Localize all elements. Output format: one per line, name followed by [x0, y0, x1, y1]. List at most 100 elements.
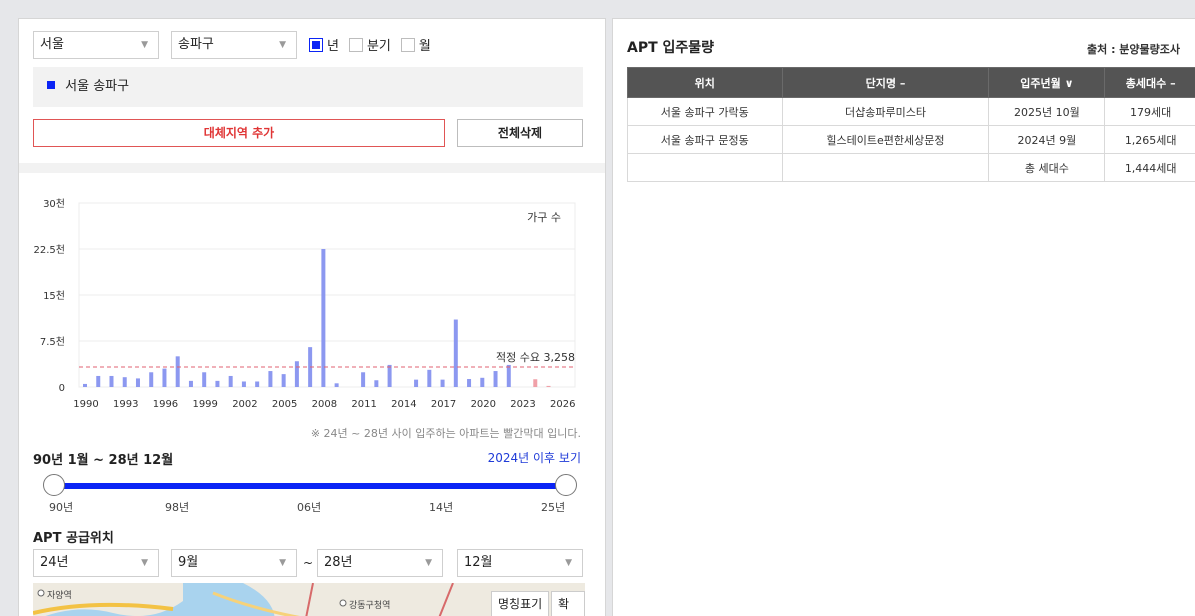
checkbox-quarter[interactable] [348, 37, 363, 52]
map-place-label: 자양역 [47, 591, 72, 601]
chevron-down-icon: ▼ [141, 558, 148, 568]
chart-bar [109, 375, 114, 387]
chart-bar [228, 375, 233, 387]
chart-bar [135, 378, 140, 387]
range-tick: 14년 [429, 501, 454, 514]
chart-note: ※ 24년 ~ 28년 사이 입주하는 아파트는 빨간막대 입니다. [310, 427, 581, 440]
period-checkboxes: 년 분기 월 [309, 35, 437, 54]
col-units-header[interactable]: 총세대수 – [1104, 67, 1195, 98]
x-tick-label: 1990 [73, 399, 98, 410]
y-tick-label: 15천 [43, 290, 65, 302]
cell-location: 서울 송파구 가락동 [627, 97, 783, 126]
chart-bar [440, 379, 445, 387]
chart-bar [453, 319, 458, 387]
range-tick: 90년 [49, 501, 74, 514]
range-slider-start-handle[interactable] [43, 474, 65, 496]
chart-bar [480, 377, 485, 387]
apt-supply-title: APT 입주물량 [627, 40, 715, 56]
col-complex-header[interactable]: 단지명 – [781, 67, 990, 98]
table-row: 서울 송파구 가락동 더샵송파루미스타 2025년 10월 179세대 [627, 97, 1195, 126]
x-tick-label: 2005 [272, 399, 297, 410]
range-tick: 06년 [297, 501, 322, 514]
chart-bar [374, 380, 379, 387]
supply-location-title: APT 공급위치 [33, 531, 114, 546]
chart-bar [546, 385, 551, 387]
range-label: 90년 1월 ~ 28년 12월 [33, 453, 174, 468]
cell-complex: 더샵송파루미스타 [781, 97, 990, 126]
district-select-value: 송파구 [178, 37, 214, 52]
checkbox-year-label: 년 [327, 39, 339, 54]
checkbox-quarter-label: 분기 [366, 39, 391, 54]
chart-bar [96, 375, 101, 387]
cell-date: 2025년 10월 [988, 97, 1106, 126]
col-location-header: 위치 [627, 67, 783, 98]
map-place-label: 강동구청역 [349, 601, 391, 611]
x-tick-label: 2026 [550, 399, 575, 410]
cell-total-units: 1,444세대 [1104, 153, 1195, 182]
to-month-value: 12월 [464, 555, 493, 570]
checkbox-month[interactable] [400, 37, 415, 52]
cell-units: 1,265세대 [1104, 125, 1195, 154]
x-tick-label: 1996 [153, 399, 178, 410]
y-tick-label: 7.5천 [40, 336, 65, 348]
to-year-select[interactable]: 28년 ▼ [317, 549, 443, 577]
x-tick-label: 2023 [510, 399, 535, 410]
chart-bar [427, 369, 432, 387]
region-color-square [47, 81, 55, 89]
clear-all-button[interactable]: 전체삭제 [457, 119, 583, 147]
to-month-select[interactable]: 12월 ▼ [457, 549, 583, 577]
left-panel: 서울 ▼ 송파구 ▼ 년 분기 월 서울 송파구 대체지역 추가 전체삭제 30… [18, 18, 606, 616]
chart-bar [414, 379, 419, 387]
add-region-button[interactable]: 대체지역 추가 [33, 119, 445, 147]
table-header-row: 위치 단지명 – 입주년월 ∨ 총세대수 – [627, 67, 1195, 98]
chevron-down-icon: ▼ [565, 558, 572, 568]
supply-map[interactable]: 자양역 강동구청역 명칭표기 확대 [33, 583, 585, 616]
from-year-select[interactable]: 24년 ▼ [33, 549, 159, 577]
x-tick-label: 2008 [312, 399, 337, 410]
map-zoom-button[interactable]: 확대 [551, 591, 585, 616]
chart-bar [122, 377, 127, 387]
selected-region-box: 서울 송파구 [33, 67, 583, 107]
view-after-2024-link[interactable]: 2024년 이후 보기 [488, 449, 581, 466]
chart-bar [493, 371, 498, 387]
chart-bar [294, 361, 299, 387]
from-year-value: 24년 [40, 555, 69, 570]
x-tick-label: 1999 [192, 399, 217, 410]
table-total-row: 총 세대수 1,444세대 [627, 153, 1195, 182]
cell-complex [781, 153, 990, 182]
cell-total-label: 총 세대수 [988, 153, 1106, 182]
district-select[interactable]: 송파구 ▼ [171, 31, 297, 59]
chevron-down-icon: ▼ [425, 558, 432, 568]
range-tick: 25년 [541, 501, 566, 514]
chart-bar [533, 379, 538, 387]
to-year-value: 28년 [324, 555, 353, 570]
chart-bar [162, 368, 167, 387]
chart-bar [149, 372, 154, 387]
chart-svg: 30천 22.5천 15천 7.5천 0 1990 1993 1996 1999 2002 2005… [34, 198, 576, 410]
chart-bar [188, 380, 193, 387]
from-month-select[interactable]: 9월 ▼ [171, 549, 297, 577]
range-slider-end-handle[interactable] [555, 474, 577, 496]
cell-location [627, 153, 783, 182]
chart-bar [83, 383, 87, 387]
reference-line-label: 적정 수요 3,258 [496, 351, 575, 364]
y-tick-label: 30천 [43, 198, 65, 210]
y-tick-label: 0 [59, 383, 65, 394]
selected-region-label: 서울 송파구 [65, 79, 130, 94]
x-tick-label: 2020 [471, 399, 496, 410]
chart-bar [175, 356, 180, 387]
city-select[interactable]: 서울 ▼ [33, 31, 159, 59]
cell-date: 2024년 9월 [988, 125, 1106, 154]
x-tick-label: 2011 [351, 399, 376, 410]
cell-location: 서울 송파구 문정동 [627, 125, 783, 154]
x-tick-label: 2002 [232, 399, 257, 410]
chevron-down-icon: ▼ [279, 558, 286, 568]
chart-bar [321, 249, 326, 387]
checkbox-year[interactable] [309, 37, 323, 52]
col-date-header[interactable]: 입주년월 ∨ [988, 67, 1106, 98]
map-names-button[interactable]: 명칭표기 [491, 591, 550, 616]
chart-bar [202, 372, 207, 387]
chevron-down-icon: ▼ [141, 40, 148, 50]
range-tick: 98년 [165, 501, 190, 514]
range-slider-track[interactable] [53, 483, 567, 489]
